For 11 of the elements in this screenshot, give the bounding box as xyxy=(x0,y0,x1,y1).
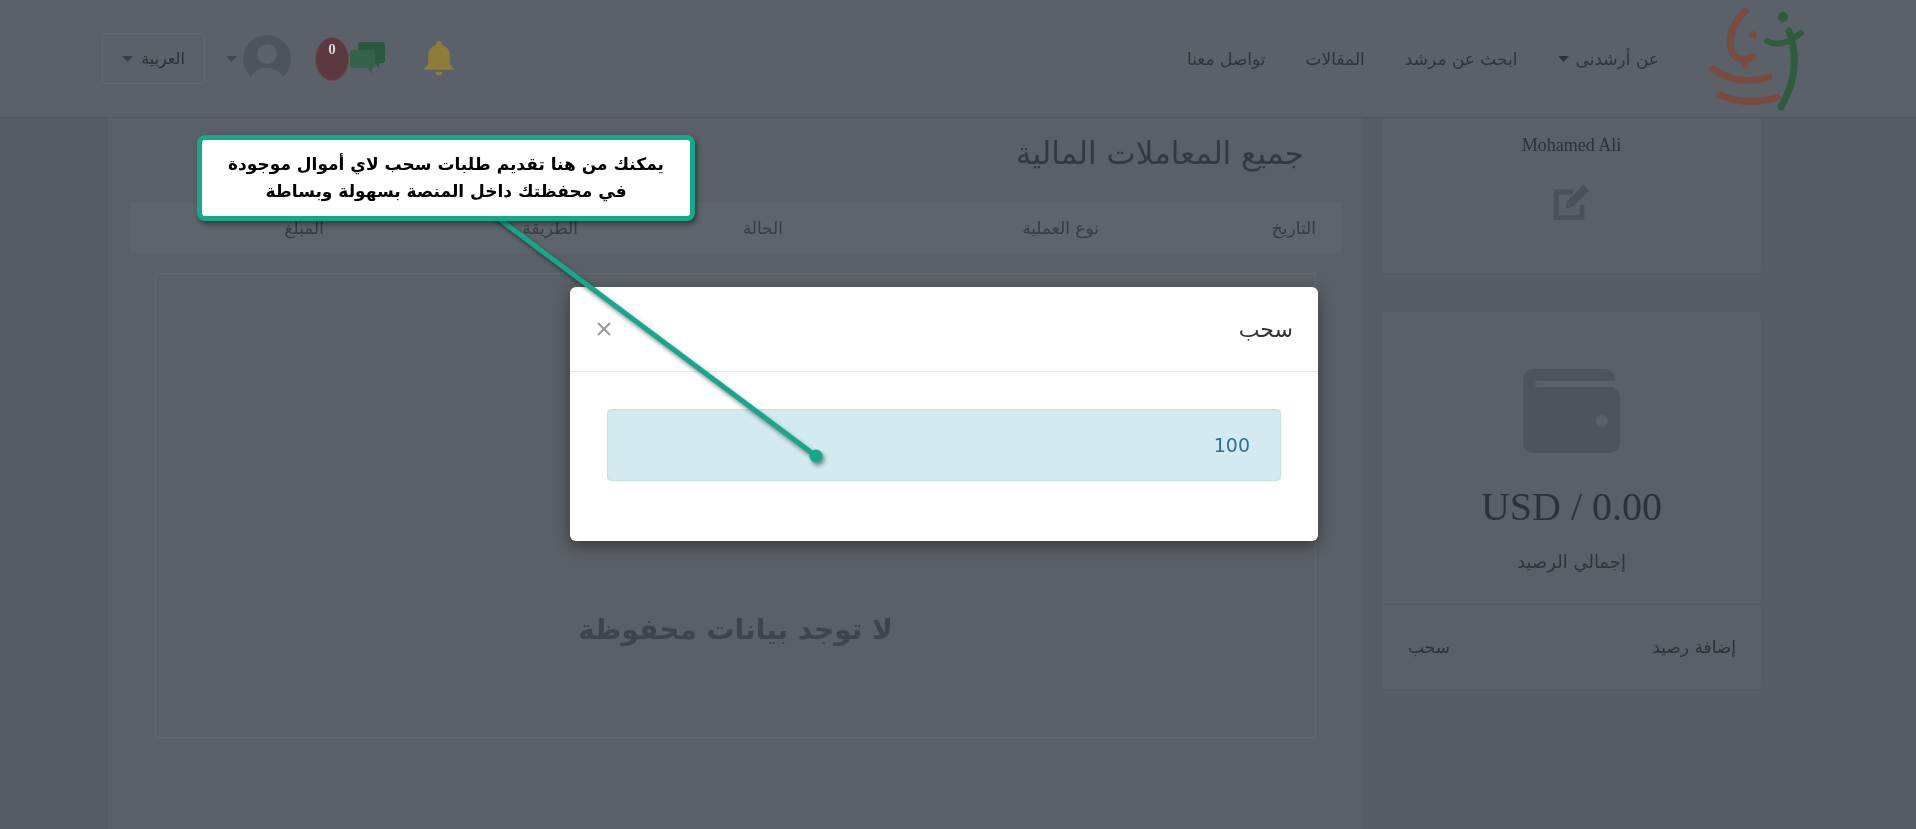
caret-icon xyxy=(226,55,237,62)
close-icon xyxy=(597,322,611,336)
caret-icon xyxy=(122,55,134,62)
modal-title: سحب xyxy=(1238,316,1293,342)
chat-icon[interactable] xyxy=(350,42,385,75)
amount-input[interactable]: 100 xyxy=(607,409,1281,481)
user-menu-button[interactable] xyxy=(226,34,291,83)
callout-text: يمكنك من هنا تقديم طلبات سحب لاي أموال موجودة في محفظتك داخل المنصة بسهولة وبساطة xyxy=(227,152,665,204)
close-button[interactable] xyxy=(597,322,611,336)
bell-icon[interactable] xyxy=(423,39,455,78)
message-count-badge: 0 xyxy=(315,36,349,81)
